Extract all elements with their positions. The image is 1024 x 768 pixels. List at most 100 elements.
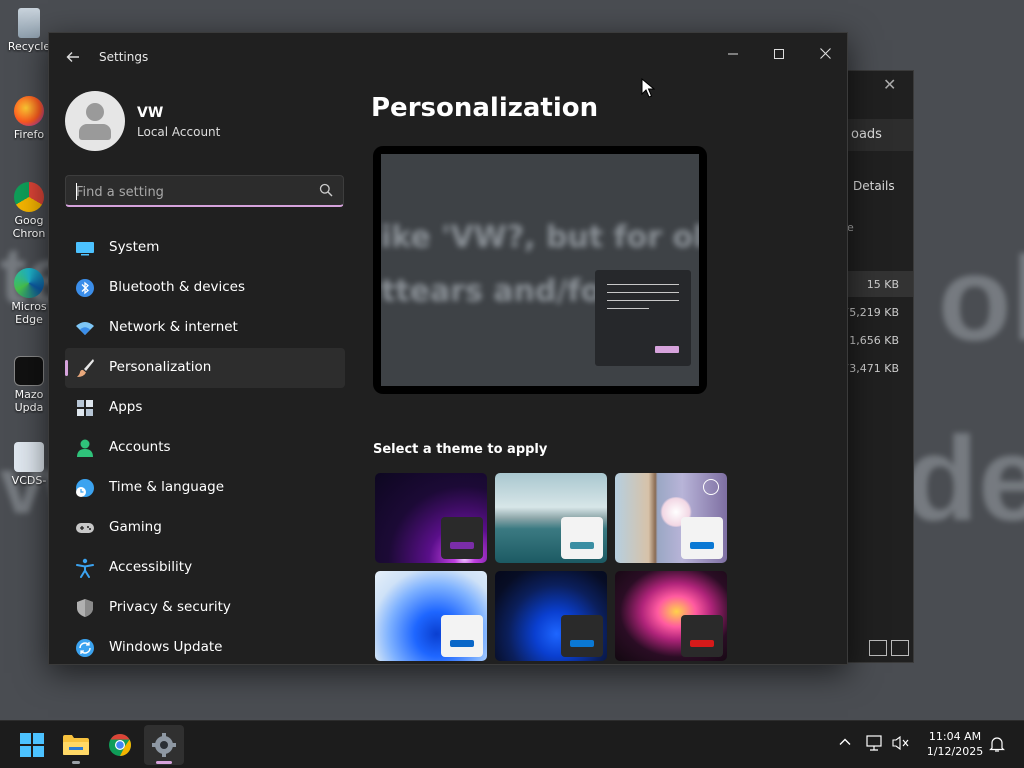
taskbar: 11:04 AM 1/12/2025 xyxy=(0,720,1024,768)
page-title: Personalization xyxy=(371,93,599,123)
settings-nav: System Bluetooth & devices Network & int… xyxy=(65,228,345,664)
search-icon xyxy=(319,183,333,197)
account-name: VW xyxy=(137,105,164,121)
desktop-icon-label: Mazo Upda xyxy=(14,388,44,414)
nav-item-personalization[interactable]: Personalization xyxy=(65,348,345,388)
windows-logo-icon xyxy=(20,733,44,757)
paintbrush-icon xyxy=(77,359,94,377)
minimize-button[interactable] xyxy=(710,39,756,71)
system-icon xyxy=(76,242,94,256)
search-input[interactable] xyxy=(76,182,306,202)
theme-chip xyxy=(681,517,723,559)
theme-tile-glow-lake[interactable] xyxy=(495,473,607,563)
window-title: Settings xyxy=(99,50,149,64)
theme-preview: ike 'VW?, but for ol ttears and/for ol xyxy=(373,146,707,394)
search-box[interactable] xyxy=(65,175,344,207)
nav-item-network[interactable]: Network & internet xyxy=(65,308,345,348)
nav-label: Network & internet xyxy=(109,319,238,335)
nav-item-apps[interactable]: Apps xyxy=(65,388,345,428)
desktop-icon-edge[interactable]: Micros Edge xyxy=(6,268,52,326)
gear-icon xyxy=(152,733,176,757)
nav-label: Time & language xyxy=(109,479,225,495)
mazda-icon xyxy=(14,356,44,386)
nav-item-privacy-security[interactable]: Privacy & security xyxy=(65,588,345,628)
desktop-icon-firefox[interactable]: Firefo xyxy=(6,96,52,141)
account-type: Local Account xyxy=(137,125,221,139)
title-bar: Settings xyxy=(49,33,847,81)
desktop-icon-chrome[interactable]: Goog Chron xyxy=(6,182,52,240)
theme-tile-dark-bloom[interactable] xyxy=(495,571,607,661)
volume-button[interactable] xyxy=(892,735,910,753)
clock-date: 1/12/2025 xyxy=(926,745,984,758)
desktop-icon-label: Recycle xyxy=(7,40,51,53)
desktop-icon-label: Goog Chron xyxy=(12,214,46,240)
text-caret xyxy=(76,183,77,200)
theme-tile-flowers[interactable] xyxy=(615,473,727,563)
nav-item-bluetooth[interactable]: Bluetooth & devices xyxy=(65,268,345,308)
network-status-button[interactable] xyxy=(866,735,884,753)
view-toggle xyxy=(869,640,909,656)
desktop-icon-recycle-bin[interactable]: Recycle xyxy=(6,8,52,53)
desktop-icon-vcds[interactable]: VCDS- xyxy=(6,442,52,487)
nav-item-system[interactable]: System xyxy=(65,228,345,268)
vcds-icon xyxy=(14,442,44,472)
minimize-icon xyxy=(728,53,738,55)
explorer-column-header: e xyxy=(847,221,854,234)
settings-window: Settings VW Local Account System Bluetoo… xyxy=(48,32,848,665)
theme-tile-light-bloom[interactable] xyxy=(375,571,487,661)
clock-time: 11:04 AM xyxy=(928,730,982,743)
clock[interactable]: 11:04 AM 1/12/2025 xyxy=(916,729,994,759)
nav-label: Privacy & security xyxy=(109,599,231,615)
theme-chip xyxy=(561,517,603,559)
preview-background-text: ike 'VW?, but for ol xyxy=(381,220,699,255)
theme-tile-captured-motion[interactable] xyxy=(615,571,727,661)
maximize-button[interactable] xyxy=(756,39,802,71)
accessibility-icon xyxy=(76,558,94,578)
bluetooth-icon xyxy=(76,279,94,297)
details-view-icon[interactable] xyxy=(869,640,887,656)
nav-label: Accessibility xyxy=(109,559,193,575)
desktop-icon-mazda[interactable]: Mazo Upda xyxy=(6,356,52,414)
ethernet-icon xyxy=(866,735,882,751)
taskbar-settings[interactable] xyxy=(144,725,184,765)
desktop-icon-label: VCDS- xyxy=(11,474,47,487)
tiles-view-icon[interactable] xyxy=(891,640,909,656)
notifications-button[interactable] xyxy=(988,735,1006,753)
taskbar-chrome[interactable] xyxy=(100,725,140,765)
back-arrow-icon xyxy=(66,52,79,62)
nav-label: Bluetooth & devices xyxy=(109,279,246,295)
wifi-icon xyxy=(76,322,94,335)
close-icon xyxy=(819,48,831,59)
mouse-cursor-icon xyxy=(641,78,655,98)
backdrop-text: ol xyxy=(938,232,1024,366)
nav-label: Apps xyxy=(109,399,143,415)
nav-label: Personalization xyxy=(109,359,212,375)
close-button[interactable] xyxy=(802,39,847,71)
nav-label: System xyxy=(109,239,160,255)
gaming-icon xyxy=(76,523,94,533)
show-hidden-icons-button[interactable] xyxy=(836,735,854,753)
slideshow-badge-icon xyxy=(703,479,719,495)
nav-item-gaming[interactable]: Gaming xyxy=(65,508,345,548)
nav-item-accounts[interactable]: Accounts xyxy=(65,428,345,468)
preview-accent-button xyxy=(655,346,679,353)
desktop-icon-label: Micros Edge xyxy=(11,300,47,326)
edge-icon xyxy=(14,268,44,298)
recycle-bin-icon xyxy=(18,8,40,38)
preview-window xyxy=(595,270,691,366)
nav-item-accessibility[interactable]: Accessibility xyxy=(65,548,345,588)
firefox-icon xyxy=(14,96,44,126)
explorer-details-button[interactable]: Details xyxy=(853,179,895,193)
backdrop-text: de xyxy=(905,412,1024,546)
taskbar-file-explorer[interactable] xyxy=(56,725,96,765)
nav-label: Accounts xyxy=(109,439,171,455)
chrome-icon xyxy=(109,734,131,756)
start-button[interactable] xyxy=(12,725,52,765)
explorer-close-icon[interactable]: ✕ xyxy=(883,75,896,94)
theme-tile-dark-purple[interactable] xyxy=(375,473,487,563)
windows-update-icon xyxy=(76,639,94,657)
nav-item-windows-update[interactable]: Windows Update xyxy=(65,628,345,664)
back-button[interactable] xyxy=(63,47,83,67)
nav-item-time-language[interactable]: Time & language xyxy=(65,468,345,508)
nav-label: Windows Update xyxy=(109,639,223,655)
